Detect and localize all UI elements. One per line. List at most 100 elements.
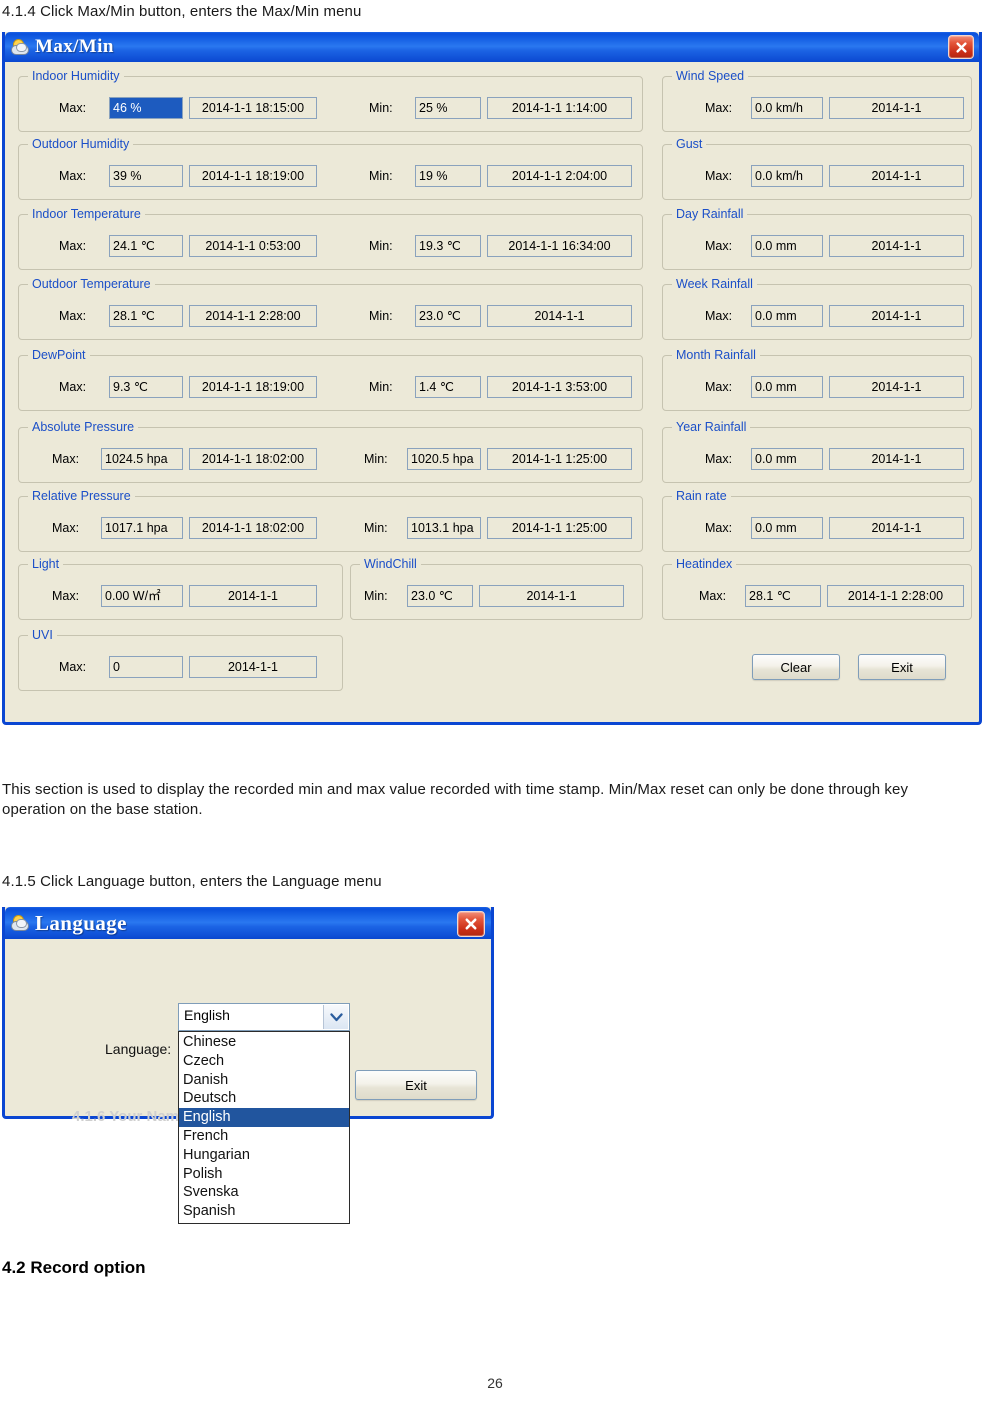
group-legend: Rain rate (672, 489, 731, 503)
group-legend: Month Rainfall (672, 348, 760, 362)
max-value-field[interactable]: 0.0 mm (751, 517, 823, 539)
heading-4-1-4: 4.1.4 Click Max/Min button, enters the M… (2, 3, 362, 20)
min-value-field[interactable]: 23.0 ℃ (415, 305, 481, 327)
language-option[interactable]: Deutsch (179, 1089, 349, 1108)
language-option[interactable]: English (179, 1108, 349, 1127)
group-absolute-pressure: Absolute Pressure Max: 1024.5 hpa 2014-1… (18, 420, 643, 483)
max-time-field[interactable]: 2014-1-1 (189, 585, 317, 607)
min-value-field[interactable]: 1013.1 hpa (407, 517, 481, 539)
maxmin-body: Indoor Humidity Max: 46 % 2014-1-1 18:15… (5, 62, 979, 722)
max-value-field[interactable]: 0.0 km/h (751, 165, 823, 187)
min-time-field[interactable]: 2014-1-1 1:25:00 (487, 517, 632, 539)
min-time-field[interactable]: 2014-1-1 1:25:00 (487, 448, 632, 470)
language-selected-value: English (184, 1007, 230, 1023)
group-legend: Heatindex (672, 557, 737, 571)
min-time-field[interactable]: 2014-1-1 (487, 305, 632, 327)
group-legend: Year Rainfall (672, 420, 751, 434)
min-time-field[interactable]: 2014-1-1 2:04:00 (487, 165, 632, 187)
language-option[interactable]: Spanish (179, 1202, 349, 1221)
group-week-rainfall: Week Rainfall Max: 0.0 mm 2014-1-1 (662, 277, 972, 340)
language-label: Language: (105, 1041, 172, 1057)
max-time-field[interactable]: 2014-1-1 18:19:00 (189, 165, 317, 187)
group-legend: Week Rainfall (672, 277, 757, 291)
language-option[interactable]: Danish (179, 1071, 349, 1090)
max-time-field[interactable]: 2014-1-1 (829, 376, 964, 398)
language-option[interactable]: Polish (179, 1165, 349, 1184)
max-value-field[interactable]: 1024.5 hpa (101, 448, 183, 470)
max-value-field[interactable]: 0 (109, 656, 183, 678)
close-icon[interactable] (948, 35, 974, 59)
max-time-field[interactable]: 2014-1-1 18:02:00 (189, 517, 317, 539)
min-value-field[interactable]: 23.0 ℃ (407, 585, 473, 607)
group-indoor-temperature: Indoor Temperature Max: 24.1 ℃ 2014-1-1 … (18, 207, 643, 270)
max-time-field[interactable]: 2014-1-1 (829, 165, 964, 187)
max-value-field[interactable]: 24.1 ℃ (109, 235, 183, 257)
max-time-field[interactable]: 2014-1-1 (829, 448, 964, 470)
language-option[interactable]: Chinese (179, 1033, 349, 1052)
min-value-field[interactable]: 1020.5 hpa (407, 448, 481, 470)
max-time-field[interactable]: 2014-1-1 18:19:00 (189, 376, 317, 398)
max-label: Max: (52, 452, 80, 466)
max-time-field[interactable]: 2014-1-1 (829, 517, 964, 539)
language-select[interactable]: English (178, 1003, 350, 1031)
min-time-field[interactable]: 2014-1-1 16:34:00 (487, 235, 632, 257)
max-value-field[interactable]: 0.0 km/h (751, 97, 823, 119)
exit-button[interactable]: Exit (858, 654, 946, 680)
min-time-field[interactable]: 2014-1-1 1:14:00 (487, 97, 632, 119)
max-value-field[interactable]: 1017.1 hpa (101, 517, 183, 539)
group-day-rainfall: Day Rainfall Max: 0.0 mm 2014-1-1 (662, 207, 972, 270)
max-time-field[interactable]: 2014-1-1 (829, 235, 964, 257)
min-label: Min: (369, 169, 393, 183)
max-value-field[interactable]: 0.0 mm (751, 305, 823, 327)
max-value-field[interactable]: 0.0 mm (751, 376, 823, 398)
max-time-field[interactable]: 2014-1-1 (829, 97, 964, 119)
group-wind-speed: Wind Speed Max: 0.0 km/h 2014-1-1 (662, 69, 972, 132)
max-value-field[interactable]: 9.3 ℃ (109, 376, 183, 398)
group-legend: Gust (672, 137, 707, 151)
language-option[interactable]: Hungarian (179, 1146, 349, 1165)
min-time-field[interactable]: 2014-1-1 3:53:00 (487, 376, 632, 398)
min-time-field[interactable]: 2014-1-1 (479, 585, 624, 607)
max-label: Max: (59, 239, 87, 253)
maxmin-window: Max/Min Indoor Humidity Max: 46 % 2014-1… (2, 32, 982, 725)
max-time-field[interactable]: 2014-1-1 (189, 656, 317, 678)
max-value-field[interactable]: 0.00 W/㎡ (101, 585, 183, 607)
max-label: Max: (59, 309, 87, 323)
min-value-field[interactable]: 19.3 ℃ (415, 235, 481, 257)
language-option[interactable]: French (179, 1127, 349, 1146)
chevron-down-icon[interactable] (323, 1005, 348, 1029)
language-dropdown-list[interactable]: Chinese Czech Danish Deutsch English French Hu… (178, 1031, 350, 1224)
language-titlebar[interactable]: Language (5, 907, 491, 939)
group-relative-pressure: Relative Pressure Max: 1017.1 hpa 2014-1… (18, 489, 643, 552)
close-icon[interactable] (457, 911, 485, 937)
min-value-field[interactable]: 19 % (415, 165, 481, 187)
max-time-field[interactable]: 2014-1-1 (829, 305, 964, 327)
max-value-field[interactable]: 28.1 ℃ (109, 305, 183, 327)
min-label: Min: (369, 380, 393, 394)
max-time-field[interactable]: 2014-1-1 0:53:00 (189, 235, 317, 257)
max-time-field[interactable]: 2014-1-1 2:28:00 (827, 585, 964, 607)
maxmin-titlebar[interactable]: Max/Min (5, 32, 979, 62)
max-time-field[interactable]: 2014-1-1 18:02:00 (189, 448, 317, 470)
language-exit-button[interactable]: Exit (355, 1070, 477, 1100)
max-label: Max: (705, 239, 733, 253)
min-value-field[interactable]: 25 % (415, 97, 481, 119)
max-label: Max: (705, 452, 733, 466)
max-value-field[interactable]: 0.0 mm (751, 235, 823, 257)
max-time-field[interactable]: 2014-1-1 18:15:00 (189, 97, 317, 119)
min-label: Min: (369, 309, 393, 323)
clear-button[interactable]: Clear (752, 654, 840, 680)
min-label: Min: (364, 521, 388, 535)
paragraph-minmax-description: This section is used to display the reco… (2, 781, 909, 818)
max-value-field[interactable]: 28.1 ℃ (745, 585, 821, 607)
max-value-field[interactable]: 39 % (109, 165, 183, 187)
min-value-field[interactable]: 1.4 ℃ (415, 376, 481, 398)
group-outdoor-temperature: Outdoor Temperature Max: 28.1 ℃ 2014-1-1… (18, 277, 643, 340)
language-option[interactable]: Svenska (179, 1183, 349, 1202)
max-value-field[interactable]: 0.0 mm (751, 448, 823, 470)
max-value-field[interactable]: 46 % (109, 97, 183, 119)
group-year-rainfall: Year Rainfall Max: 0.0 mm 2014-1-1 (662, 420, 972, 483)
language-option[interactable]: Czech (179, 1052, 349, 1071)
group-legend: Absolute Pressure (28, 420, 139, 434)
max-time-field[interactable]: 2014-1-1 2:28:00 (189, 305, 317, 327)
